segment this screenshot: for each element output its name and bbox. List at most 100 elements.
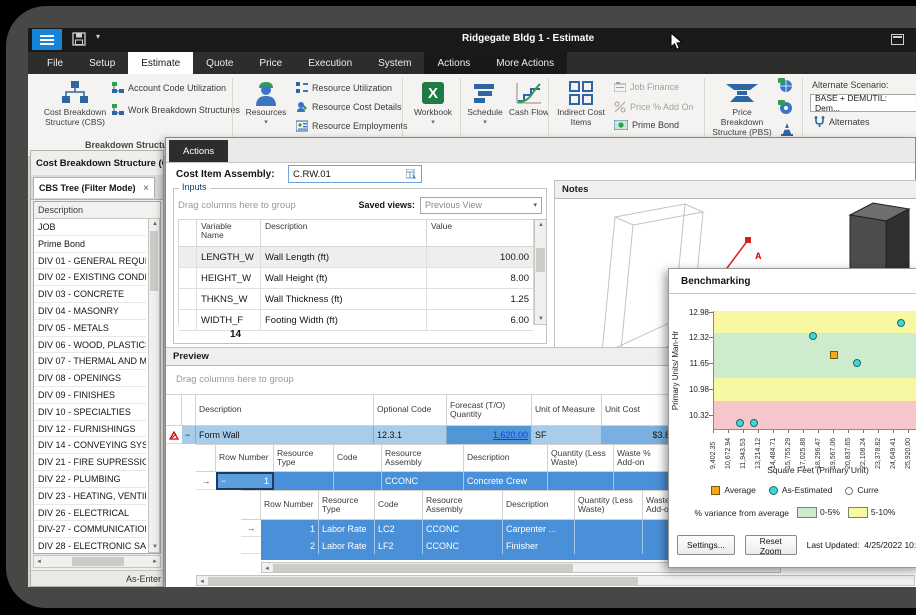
chart-plot-area[interactable] [713, 311, 916, 430]
hamburger-menu-button[interactable] [32, 29, 62, 50]
column-unit-cost[interactable]: Unit Cost [602, 394, 674, 426]
saved-views-dropdown[interactable]: Previous View ▾ [420, 197, 542, 214]
column-resource-type[interactable]: Resource Type [274, 444, 334, 472]
cbs-tree-row[interactable]: Prime Bond [34, 236, 146, 253]
cbs-tree-row[interactable]: DIV 12 - FURNISHINGS [34, 421, 146, 438]
inputs-table-row[interactable]: WIDTH_FFooting Width (ft)6.00 [179, 310, 533, 331]
column-resource-type[interactable]: Resource Type [319, 490, 375, 520]
column-description[interactable]: Description [196, 394, 374, 426]
preview-group-drop-zone[interactable]: Drag columns here to group [176, 374, 294, 385]
column-uom[interactable]: Unit of Measure [532, 394, 602, 426]
close-icon[interactable]: × [143, 183, 149, 194]
scroll-up-icon[interactable]: ▲ [538, 222, 544, 228]
save-icon[interactable] [72, 32, 86, 46]
column-row-number[interactable]: Row Number [216, 444, 274, 472]
settings-button[interactable]: Settings... [677, 535, 735, 555]
menu-tab-actions[interactable]: Actions [424, 52, 483, 74]
cbs-vertical-scrollbar[interactable]: ▲ ▼ [148, 218, 160, 553]
scroll-thumb[interactable] [273, 564, 573, 572]
cbs-tree-row[interactable]: DIV 03 - CONCRETE [34, 286, 146, 303]
alternate-scenario-dropdown[interactable]: BASE + DEMUTIL: Dem... ▾ [810, 94, 916, 112]
scroll-up-icon[interactable]: ▲ [152, 221, 158, 227]
resource-employments-button[interactable]: Resource Employments [296, 120, 408, 132]
column-forecast-qty[interactable]: Forecast (T/O) Quantity [447, 394, 532, 426]
column-description[interactable]: Description [261, 220, 427, 246]
cbs-column-header[interactable]: Description [34, 202, 160, 219]
work-breakdown-structures-button[interactable]: Work Breakdown Structures [112, 104, 240, 116]
cbs-tree-row[interactable]: JOB [34, 219, 146, 236]
cost-item-assembly-input[interactable]: C.RW.01 [288, 165, 422, 183]
chevron-down-icon[interactable]: ▾ [96, 32, 100, 41]
job-finance-button[interactable]: Job Finance [614, 82, 679, 92]
reset-zoom-button[interactable]: Reset Zoom [745, 535, 797, 555]
menu-tab-setup[interactable]: Setup [76, 52, 128, 74]
forecast-qty-link[interactable]: 1,620.00 [493, 430, 528, 440]
cbs-tree-row[interactable]: DIV 09 - FINISHES [34, 387, 146, 404]
cbs-tree-row[interactable]: DIV 21 - FIRE SUPRESSION [34, 454, 146, 471]
inputs-table-row[interactable]: HEIGHT_WWall Height (ft)8.00 [179, 268, 533, 289]
menu-tab-system[interactable]: System [365, 52, 424, 74]
cbs-tree-row[interactable]: DIV 05 - METALS [34, 320, 146, 337]
assembly-picker-icon[interactable] [406, 169, 417, 180]
cbs-horizontal-scrollbar[interactable]: ◄ ► [33, 555, 161, 568]
maximize-button[interactable] [891, 34, 904, 45]
column-resource-assembly[interactable]: Resource Assembly [382, 444, 464, 472]
inputs-group-drop-zone[interactable]: Drag columns here to group [178, 200, 296, 211]
column-resource-assembly[interactable]: Resource Assembly [423, 490, 503, 520]
scroll-down-icon[interactable]: ▼ [538, 316, 544, 322]
scroll-right-icon[interactable]: ► [152, 559, 158, 565]
column-variable-name[interactable]: Variable Name [197, 220, 261, 246]
column-optional-code[interactable]: Optional Code [374, 394, 447, 426]
scroll-left-icon[interactable]: ◄ [264, 566, 270, 572]
cbs-tree-tab[interactable]: CBS Tree (Filter Mode) × [33, 177, 155, 198]
column-description[interactable]: Description [464, 444, 548, 472]
currency-globe-button[interactable] [778, 78, 793, 93]
resource-utilization-button[interactable]: Resource Utilization [296, 82, 392, 94]
column-quantity[interactable]: Quantity (Less Waste) [575, 490, 643, 520]
menu-tab-estimate[interactable]: Estimate [128, 52, 193, 74]
column-description[interactable]: Description [503, 490, 575, 520]
column-code[interactable]: Code [375, 490, 423, 520]
cash-flow-button[interactable]: Cash Flow [508, 78, 550, 118]
currency-settings-button[interactable] [778, 100, 793, 115]
scroll-down-icon[interactable]: ▼ [152, 544, 158, 550]
menu-tab-more-actions[interactable]: More Actions [483, 52, 567, 74]
column-code[interactable]: Code [334, 444, 382, 472]
resource-cost-details-button[interactable]: Resource Cost Details [296, 101, 402, 113]
inputs-table-row[interactable]: LENGTH_WWall Length (ft)100.00 [179, 247, 533, 268]
workbook-button[interactable]: X Workbook ▾ [408, 78, 458, 127]
cbs-tree-row[interactable]: DIV 23 - HEATING, VENTILA... [34, 488, 146, 505]
account-code-utilization-button[interactable]: Account Code Utilization [112, 82, 226, 94]
cbs-tree-row[interactable]: DIV-27 - COMMUNICATIONS [34, 521, 146, 538]
alternates-button[interactable]: Alternates [814, 116, 870, 128]
column-waste[interactable]: Waste % Add-on [614, 444, 670, 472]
column-quantity[interactable]: Quantity (Less Waste) [548, 444, 614, 472]
menu-tab-file[interactable]: File [34, 52, 76, 74]
menu-tab-price[interactable]: Price [246, 52, 295, 74]
cbs-tree-row[interactable]: DIV 10 - SPECIALTIES [34, 404, 146, 421]
menu-tab-execution[interactable]: Execution [295, 52, 365, 74]
cbs-tree-row[interactable]: DIV 02 - EXISTING CONDITI... [34, 269, 146, 286]
cbs-tree-row[interactable]: DIV 14 - CONVEYING SYSTEMS [34, 437, 146, 454]
price-add-on-button[interactable]: Price % Add On [614, 101, 694, 113]
menu-tab-quote[interactable]: Quote [193, 52, 246, 74]
cbs-tree-row[interactable]: DIV 28 - ELECTRONIC SAFET... [34, 538, 146, 555]
cbs-tree-row[interactable]: DIV 08 - OPENINGS [34, 370, 146, 387]
column-row-number[interactable]: Row Number [261, 490, 319, 520]
cbs-tree-row[interactable]: DIV 01 - GENERAL REQUIRE... [34, 253, 146, 270]
cbs-tree-row[interactable]: DIV 22 - PLUMBING [34, 471, 146, 488]
indirect-cost-items-button[interactable]: Indirect Cost Items [554, 78, 608, 128]
resource-rates-button[interactable] [780, 122, 794, 136]
resources-button[interactable]: Resources ▾ [240, 78, 292, 127]
scroll-left-icon[interactable]: ◄ [199, 579, 205, 585]
collapse-icon[interactable]: − [221, 476, 226, 486]
scroll-thumb[interactable] [208, 577, 638, 585]
cbs-tree-row[interactable]: DIV 04 - MASONRY [34, 303, 146, 320]
inputs-table-row[interactable]: THKNS_WWall Thickness (ft)1.25 [179, 289, 533, 310]
cbs-tree-row[interactable]: DIV 07 - THERMAL AND MOI... [34, 353, 146, 370]
pbs-button[interactable]: Price Breakdown Structure (PBS) [710, 78, 774, 137]
cbs-tree-row[interactable]: DIV 26 - ELECTRICAL [34, 505, 146, 522]
cbs-button[interactable]: Cost Breakdown Structure (CBS) [42, 78, 108, 128]
inputs-vertical-scrollbar[interactable]: ▲ ▼ [534, 219, 547, 325]
cbs-tree-row[interactable]: DIV 06 - WOOD, PLASTICS a... [34, 337, 146, 354]
